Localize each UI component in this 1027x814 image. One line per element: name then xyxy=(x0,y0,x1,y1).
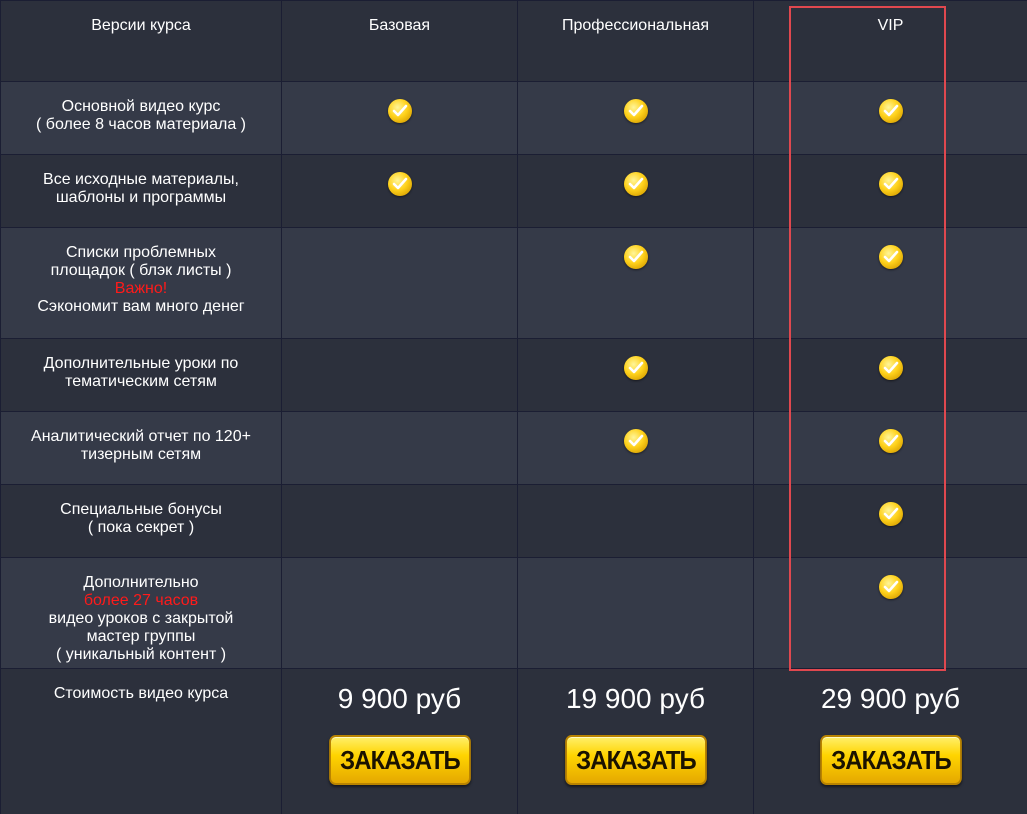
checkmark-glyph xyxy=(628,434,643,447)
check-circle-icon xyxy=(878,356,903,380)
feature-label: Дополнительно более 27 часов видео уроко… xyxy=(0,557,282,669)
mark-vip xyxy=(753,557,1027,669)
mark-pro xyxy=(517,484,754,558)
mark-pro xyxy=(517,338,754,412)
pricing-table: Версии курса Базовая Профессиональная VI… xyxy=(0,0,1027,814)
checkmark-glyph xyxy=(883,250,898,263)
checkmark-glyph xyxy=(628,361,643,374)
check-circle-icon xyxy=(878,575,903,599)
check-circle-icon xyxy=(878,429,903,453)
check-circle-icon xyxy=(387,99,412,123)
feature-row: Специальные бонусы ( пока секрет ) xyxy=(0,484,1027,558)
checkmark-glyph xyxy=(392,104,407,117)
header-vip: VIP xyxy=(753,0,1027,82)
check-circle-icon xyxy=(878,99,903,123)
feature-label: Дополнительные уроки по тематическим сет… xyxy=(0,338,282,412)
checkmark-glyph xyxy=(628,250,643,263)
checkmark-glyph xyxy=(628,177,643,190)
check-circle-icon xyxy=(623,429,648,453)
check-circle-icon xyxy=(878,502,903,526)
checkmark-glyph xyxy=(392,177,407,190)
price-row: Стоимость видео курса 9 900 руб ЗАКАЗАТЬ… xyxy=(0,668,1027,814)
mark-basic xyxy=(281,411,518,485)
mark-basic xyxy=(281,81,518,155)
mark-vip xyxy=(753,338,1027,412)
checkmark-glyph xyxy=(883,507,898,520)
checkmark-glyph xyxy=(883,177,898,190)
mark-basic xyxy=(281,154,518,228)
mark-vip xyxy=(753,411,1027,485)
important-note: Важно! xyxy=(114,280,168,297)
header-row: Версии курса Базовая Профессиональная VI… xyxy=(0,0,1027,82)
check-circle-icon xyxy=(878,172,903,196)
mark-basic xyxy=(281,227,518,339)
feature-row: Дополнительно более 27 часов видео уроко… xyxy=(0,557,1027,669)
order-pro-button[interactable]: ЗАКАЗАТЬ xyxy=(564,735,707,785)
header-pro: Профессиональная xyxy=(517,0,754,82)
hours-note: более 27 часов xyxy=(83,592,199,609)
mark-vip xyxy=(753,227,1027,339)
mark-basic xyxy=(281,557,518,669)
order-basic-button[interactable]: ЗАКАЗАТЬ xyxy=(328,735,471,785)
header-basic: Базовая xyxy=(281,0,518,82)
price-cell-basic: 9 900 руб ЗАКАЗАТЬ xyxy=(281,668,518,814)
feature-label: Аналитический отчет по 120+ тизерным сет… xyxy=(0,411,282,485)
mark-pro xyxy=(517,227,754,339)
checkmark-glyph xyxy=(883,104,898,117)
check-circle-icon xyxy=(387,172,412,196)
feature-label: Все исходные материалы, шаблоны и програ… xyxy=(0,154,282,228)
mark-pro xyxy=(517,154,754,228)
check-circle-icon xyxy=(878,245,903,269)
mark-vip xyxy=(753,81,1027,155)
check-circle-icon xyxy=(623,245,648,269)
price-cell-pro: 19 900 руб ЗАКАЗАТЬ xyxy=(517,668,754,814)
checkmark-glyph xyxy=(883,361,898,374)
order-vip-button[interactable]: ЗАКАЗАТЬ xyxy=(819,735,962,785)
feature-row: Списки проблемных площадок ( блэк листы … xyxy=(0,227,1027,339)
checkmark-glyph xyxy=(883,434,898,447)
feature-row: Основной видео курс ( более 8 часов мате… xyxy=(0,81,1027,155)
feature-row: Аналитический отчет по 120+ тизерным сет… xyxy=(0,411,1027,485)
price-basic: 9 900 руб xyxy=(337,683,462,714)
mark-pro xyxy=(517,411,754,485)
feature-label: Основной видео курс ( более 8 часов мате… xyxy=(0,81,282,155)
feature-row: Все исходные материалы, шаблоны и програ… xyxy=(0,154,1027,228)
price-pro: 19 900 руб xyxy=(565,683,706,714)
price-vip: 29 900 руб xyxy=(820,683,961,714)
price-label: Стоимость видео курса xyxy=(0,668,282,814)
mark-basic xyxy=(281,338,518,412)
feature-label: Специальные бонусы ( пока секрет ) xyxy=(0,484,282,558)
check-circle-icon xyxy=(623,172,648,196)
mark-basic xyxy=(281,484,518,558)
header-features: Версии курса xyxy=(0,0,282,82)
price-cell-vip: 29 900 руб ЗАКАЗАТЬ xyxy=(753,668,1027,814)
feature-label: Списки проблемных площадок ( блэк листы … xyxy=(0,227,282,339)
feature-row: Дополнительные уроки по тематическим сет… xyxy=(0,338,1027,412)
mark-vip xyxy=(753,154,1027,228)
check-circle-icon xyxy=(623,356,648,380)
mark-vip xyxy=(753,484,1027,558)
mark-pro xyxy=(517,557,754,669)
checkmark-glyph xyxy=(628,104,643,117)
check-circle-icon xyxy=(623,99,648,123)
mark-pro xyxy=(517,81,754,155)
checkmark-glyph xyxy=(883,580,898,593)
